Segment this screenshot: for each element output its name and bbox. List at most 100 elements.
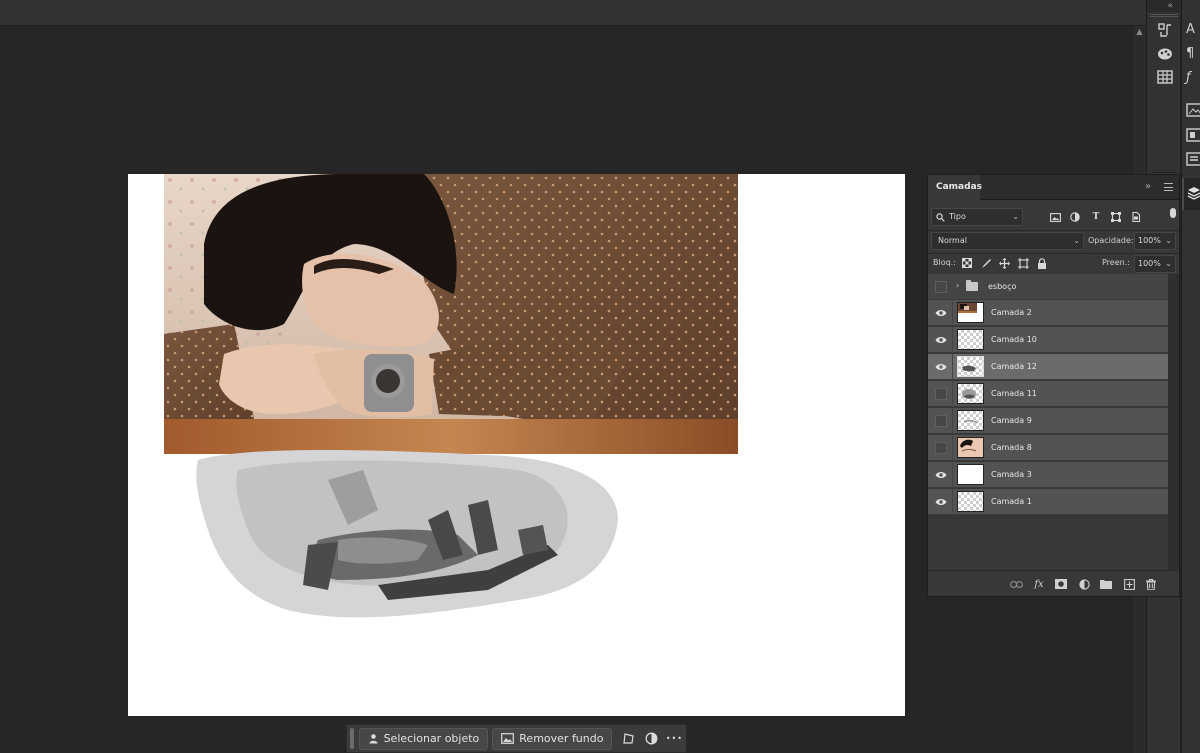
layers-dock-tab[interactable] — [1182, 178, 1200, 210]
divider — [928, 230, 1179, 231]
eye-icon[interactable] — [935, 334, 947, 346]
blend-mode-value: Normal — [938, 236, 967, 245]
fill-label: Preen.: — [1102, 258, 1130, 267]
taskbar-drag-handle[interactable] — [350, 728, 354, 749]
options-bar — [0, 0, 1146, 26]
panel-collapse-icon[interactable]: » — [1145, 181, 1151, 192]
opacity-input[interactable]: 100% ⌄ — [1134, 232, 1176, 250]
divider — [952, 435, 953, 461]
panel-dock-column-2: A ¶ ƒ — [1181, 0, 1200, 753]
lock-all-icon[interactable] — [1036, 257, 1048, 269]
layer-thumbnail-transparent — [957, 329, 984, 350]
glyphs-icon[interactable]: ƒ — [1186, 70, 1200, 86]
chevron-down-icon: ⌄ — [1073, 236, 1080, 245]
image-icon[interactable] — [1186, 103, 1200, 119]
layer-name: Camada 10 — [991, 335, 1037, 344]
layer-name: Camada 1 — [991, 497, 1032, 506]
paragraph-icon[interactable]: ¶ — [1186, 46, 1200, 62]
filter-adjustment-icon[interactable] — [1069, 211, 1081, 223]
filter-smart-object-icon[interactable] — [1130, 211, 1142, 223]
layer-thumbnail-sketch — [957, 356, 984, 377]
layer-row[interactable]: Camada 9 — [928, 408, 1168, 434]
character-icon[interactable]: A — [1186, 22, 1200, 38]
new-adjustment-layer-icon[interactable] — [1077, 577, 1091, 591]
document-canvas[interactable] — [128, 174, 905, 716]
layers-scrollbar[interactable] — [1168, 274, 1179, 570]
properties-icon[interactable] — [1186, 128, 1200, 144]
layer-row[interactable]: Camada 8 — [928, 435, 1168, 461]
eye-icon[interactable] — [935, 361, 947, 373]
fill-value: 100% — [1138, 259, 1161, 268]
divider — [952, 354, 953, 380]
link-layers-icon[interactable] — [1009, 577, 1023, 591]
layer-name: Camada 3 — [991, 470, 1032, 479]
dock-grip[interactable] — [1150, 14, 1178, 17]
reference-photo — [164, 174, 738, 454]
adjustment-icon[interactable] — [640, 728, 663, 750]
filter-pixel-icon[interactable] — [1049, 211, 1061, 223]
layer-row-selected[interactable]: Camada 12 — [928, 354, 1168, 380]
swatches-grid-icon[interactable] — [1155, 68, 1175, 86]
layers-panel: Camadas » Tipo ⌄ T Normal ⌄ Opacidade: 1… — [927, 174, 1180, 597]
layer-row[interactable]: Camada 1 — [928, 489, 1168, 515]
divider — [952, 300, 953, 326]
panel-menu-icon[interactable] — [1164, 183, 1173, 191]
opacity-label: Opacidade: — [1088, 236, 1134, 245]
layer-thumbnail-transparent — [957, 491, 984, 512]
gray-sketch-layer — [188, 450, 688, 630]
layer-thumbnail-portrait — [957, 437, 984, 458]
new-layer-icon[interactable] — [1122, 577, 1136, 591]
layer-thumbnail-transparent — [957, 410, 984, 431]
lock-transparent-pixels-icon[interactable] — [961, 257, 973, 269]
image-remove-bg-icon — [501, 733, 515, 744]
divider — [952, 327, 953, 353]
dock-collapse-button[interactable]: « — [1147, 0, 1181, 12]
add-mask-icon[interactable] — [1054, 577, 1068, 591]
eye-icon[interactable] — [935, 307, 947, 319]
contextual-task-bar: Selecionar objeto Remover fundo ••• — [346, 724, 687, 753]
layer-row[interactable]: Camada 10 — [928, 327, 1168, 353]
blend-mode-select[interactable]: Normal ⌄ — [931, 232, 1084, 250]
filter-toggle[interactable] — [1170, 208, 1176, 218]
layer-group-esboco[interactable]: › esboço — [928, 274, 1168, 300]
select-object-button[interactable]: Selecionar objeto — [358, 727, 489, 750]
layers-panel-header: Camadas » — [928, 175, 1179, 200]
fill-input[interactable]: 100% ⌄ — [1134, 255, 1176, 273]
more-options-button[interactable]: ••• — [663, 728, 686, 750]
chevron-right-icon[interactable]: › — [956, 281, 959, 290]
history-icon[interactable] — [1155, 21, 1175, 39]
layer-filter-select[interactable]: Tipo ⌄ — [931, 208, 1023, 226]
remove-background-button[interactable]: Remover fundo — [492, 727, 613, 750]
scroll-up-arrow-icon[interactable]: ▲ — [1135, 28, 1144, 36]
lock-position-icon[interactable] — [998, 257, 1010, 269]
divider — [928, 253, 1179, 254]
layer-row[interactable]: Camada 11 — [928, 381, 1168, 407]
lock-artboard-icon[interactable] — [1017, 257, 1029, 269]
new-group-icon[interactable] — [1099, 577, 1113, 591]
select-object-label: Selecionar objeto — [383, 732, 480, 745]
layers-tab[interactable]: Camadas — [928, 175, 982, 200]
layer-name: Camada 9 — [991, 416, 1032, 425]
trash-icon[interactable] — [1144, 577, 1158, 591]
chevron-down-icon: ⌄ — [1012, 212, 1019, 221]
layer-row[interactable]: Camada 3 — [928, 462, 1168, 488]
visibility-toggle-off[interactable] — [935, 415, 947, 427]
filter-type-icon[interactable]: T — [1090, 211, 1102, 223]
visibility-toggle-off[interactable] — [935, 442, 947, 454]
eye-icon[interactable] — [935, 469, 947, 481]
layers-stack-icon — [1187, 187, 1200, 200]
filter-shape-icon[interactable] — [1110, 211, 1122, 223]
transform-icon[interactable] — [616, 728, 639, 750]
visibility-toggle-off[interactable] — [935, 281, 947, 293]
lock-label: Bloq.: — [933, 258, 956, 267]
fx-icon[interactable]: fx — [1032, 577, 1046, 591]
visibility-toggle-off[interactable] — [935, 388, 947, 400]
lock-image-pixels-icon[interactable] — [980, 257, 992, 269]
eye-icon[interactable] — [935, 496, 947, 508]
folder-icon — [966, 280, 978, 291]
remove-background-label: Remover fundo — [519, 732, 604, 745]
libraries-icon[interactable] — [1186, 152, 1200, 168]
color-palette-icon[interactable] — [1155, 45, 1175, 63]
filter-value: Tipo — [949, 212, 966, 221]
layer-row[interactable]: Camada 2 — [928, 300, 1168, 326]
